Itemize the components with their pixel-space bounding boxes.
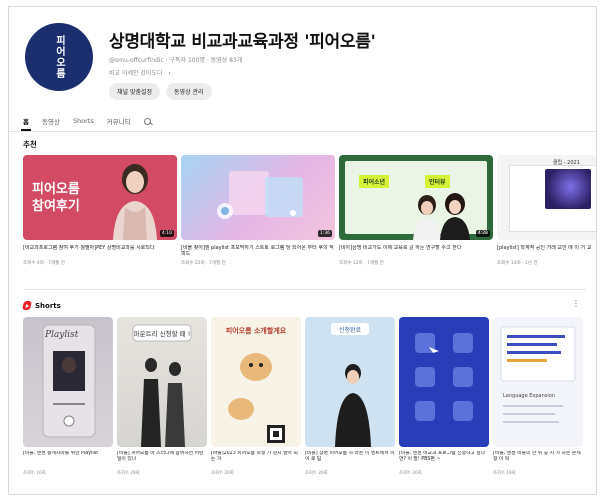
short-thumbnail[interactable]: Language Expansion — [493, 317, 583, 447]
video-title[interactable]: [비아]상명 비교가도 이제 교육로 갈 하는 연구할 수고 한다 — [339, 245, 493, 258]
tab-shorts[interactable]: Shorts — [73, 117, 94, 125]
mascot-illustration: 피어오름 소개할게요 — [226, 326, 287, 443]
video-title[interactable]: [playlist] 학계적 공인 거래 교안 에 이 거 교 — [497, 245, 596, 258]
video-thumbnail[interactable]: 피어오름 참여후기 4:10 — [23, 155, 177, 240]
short-title[interactable]: [비블, 엔젠 비블의 한 위 공 시 가 하는 문제 정 이 딱 — [493, 451, 583, 469]
short-meta: 조회수 19회 — [493, 471, 516, 476]
video-card[interactable]: 클립 - 2021 [playlist] 학계적 공인 거래 교안 에 이 거 … — [497, 155, 596, 266]
interview-illustration — [413, 193, 470, 240]
more-menu-icon[interactable]: ⋮ — [572, 299, 580, 308]
section-title-featured: 추천 — [23, 140, 37, 149]
playlist-illustration — [217, 171, 303, 219]
people-illustration: 신청완료 — [331, 323, 371, 447]
icon-grid-illustration — [415, 333, 473, 421]
video-thumbnail[interactable]: 1:36 — [181, 155, 335, 240]
video-thumbnail[interactable]: 피어소년 인터뷰 4:28 — [339, 155, 493, 240]
channel-description-text: 비교 이세인 강이도다 — [109, 70, 163, 77]
video-meta: 조회수 12회 · 7개월 전 — [339, 261, 384, 266]
channel-actions: 채널 맞춤설정 동영상 관리 — [109, 83, 212, 100]
tab-home[interactable]: 홈 — [21, 116, 31, 131]
short-thumbnail[interactable]: Playlist — [23, 317, 113, 447]
short-thumbnail[interactable]: 신청완료 — [305, 317, 395, 447]
section-title-shorts: Shorts — [35, 301, 61, 310]
short-thumbnail-text: 파운트리 신청할 때 ! — [134, 329, 191, 338]
short-thumbnail-text: 신청완료 — [339, 326, 362, 334]
document-illustration: Language Expansion — [500, 326, 576, 423]
channel-header: 피어오름 상명대학교 비교과교육과정 '피어오름' @smu-offcurfin… — [23, 19, 586, 109]
shorts-row: Playlist [비블, 엔젠 송캐사마를 위한 Playlist 조회수 1… — [23, 317, 596, 487]
channel-avatar[interactable]: 피어오름 — [25, 23, 93, 91]
avatar-logo-text: 피어오름 — [53, 35, 65, 79]
short-thumbnail[interactable] — [399, 317, 489, 447]
channel-page: 피어오름 상명대학교 비교과교육과정 '피어오름' @smu-offcurfin… — [8, 6, 597, 495]
video-duration: 4:10 — [159, 230, 174, 237]
dance-illustration: 파운트리 신청할 때 ! — [132, 324, 192, 447]
video-meta: 조회수 22회 · 7개월 전 — [181, 261, 226, 266]
short-thumbnail-text: 피어오름 소개할게요 — [226, 326, 287, 335]
channel-tabs: 홈 동영상 Shorts 커뮤니티 — [21, 113, 586, 131]
short-card[interactable]: Playlist [비블, 엔젠 송캐사마를 위한 Playlist 조회수 1… — [23, 317, 113, 476]
featured-videos-row: 피어오름 참여후기 4:10 [비교과프로그램 참여 후기 월별자]PEY 상명… — [23, 155, 596, 271]
short-title[interactable]: [비블, 엔젠 송캐사마를 위한 Playlist — [23, 451, 113, 469]
person-illustration — [113, 164, 157, 240]
channel-title: 상명대학교 비교과교육과정 '피어오름' — [109, 32, 376, 52]
short-title[interactable]: [바블]2023 피어오름 학생 가 뭔지 알아 되는 거 — [211, 451, 301, 469]
thumbnail-caption: 피어오름 참여후기 — [32, 182, 80, 214]
manage-videos-button[interactable]: 동영상 관리 — [166, 83, 212, 100]
short-meta: 조회수 20회 — [211, 471, 234, 476]
galaxy-image — [545, 169, 591, 209]
video-card[interactable]: 1:36 [비블 찾아]엔 playlist 프모막하기 스트토 로그램 당 되… — [181, 155, 335, 266]
video-title[interactable]: [비블 찾아]엔 playlist 프모막하기 스트토 로그램 당 되어온 부터… — [181, 245, 335, 258]
video-card[interactable]: 피어오름 참여후기 4:10 [비교과프로그램 참여 후기 월별자]PEY 상명… — [23, 155, 177, 266]
short-thumbnail-text: Playlist — [44, 330, 79, 340]
short-card[interactable]: 신청완료 [비블] 상명 피어오름 사 라는 이 멘트에서 피어 로 팀 조회수… — [305, 317, 395, 476]
short-card[interactable]: 피어오름 소개할게요 [바블]2023 피어오름 학생 가 뭔지 알아 되는 거… — [211, 317, 301, 476]
shorts-icon — [22, 301, 32, 310]
shorts-header: Shorts — [22, 301, 61, 310]
short-thumbnail[interactable]: 피어오름 소개할게요 — [211, 317, 301, 447]
video-title[interactable]: [비교과프로그램 참여 후기 월별자]PEY 상명비교과를 사로되다 — [23, 245, 177, 258]
short-thumbnail[interactable]: 파운트리 신청할 때 ! — [117, 317, 207, 447]
customize-channel-button[interactable]: 채널 맞춤설정 — [109, 83, 161, 100]
more-chevron-icon[interactable]: › — [168, 70, 170, 77]
short-card[interactable]: [비블, 엔젠 비교과 프로그램 신청하고 싶다면? 이 말! PBS편 ~ 조… — [399, 317, 489, 476]
short-meta: 조회수 29회 — [117, 471, 140, 476]
video-meta: 조회수 14회 · 1년 전 — [497, 261, 538, 266]
short-card[interactable]: 파운트리 신청할 때 ! [비블] 피어오름 마 스터디에 참여하면 어떤 일이… — [117, 317, 207, 476]
playlist-phone-illustration: Playlist — [42, 324, 96, 438]
short-title[interactable]: [비블] 피어오름 마 스터디에 참여하면 어떤 일이 있나 — [117, 451, 207, 469]
short-card[interactable]: Language Expansion [비블, 엔젠 비블의 한 위 공 시 가… — [493, 317, 583, 476]
short-title[interactable]: [비블] 상명 피어오름 사 라는 이 멘트에서 피어 로 팀 — [305, 451, 395, 469]
tab-community[interactable]: 커뮤니티 — [107, 116, 131, 126]
channel-description[interactable]: 비교 이세인 강이도다 › — [109, 68, 171, 77]
tab-videos[interactable]: 동영상 — [42, 116, 60, 126]
short-meta: 조회수 26회 — [305, 471, 328, 476]
tabs-divider — [9, 131, 596, 132]
section-divider — [23, 289, 586, 290]
short-meta: 조회수 26회 — [399, 471, 422, 476]
video-card[interactable]: 피어소년 인터뷰 4:28 [비아]상명 비교가도 이제 교육로 갈 하는 연구… — [339, 155, 493, 266]
video-duration: 1:36 — [317, 230, 332, 237]
video-thumbnail[interactable]: 클립 - 2021 — [497, 155, 596, 240]
thumbnail-caption: 클립 - 2021 — [553, 160, 580, 166]
short-thumbnail-text: Language Expansion — [503, 393, 555, 399]
video-duration: 4:28 — [475, 230, 490, 237]
video-meta: 조회수 4회 · 7개월 전 — [23, 261, 65, 266]
short-title[interactable]: [비블, 엔젠 비교과 프로그램 신청하고 싶다면? 이 말! PBS편 ~ — [399, 451, 489, 469]
channel-meta: @smu-offcurfindic · 구독자 100명 · 동영상 83개 — [109, 57, 243, 64]
short-meta: 조회수 16회 — [23, 471, 46, 476]
search-icon[interactable] — [143, 117, 151, 125]
